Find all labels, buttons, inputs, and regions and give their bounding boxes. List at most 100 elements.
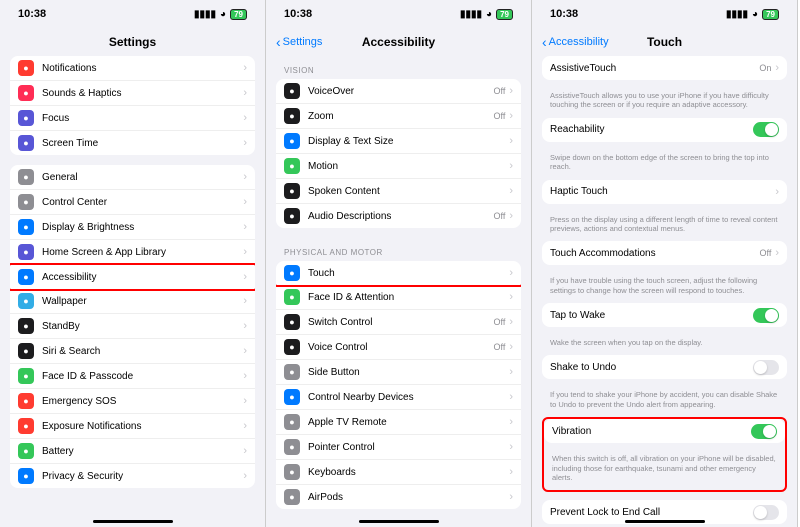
controlcenter-icon: ● — [18, 194, 34, 210]
row-keyboards[interactable]: ●Keyboards› — [276, 460, 521, 485]
row-label: Accessibility — [42, 272, 243, 283]
row-label: Spoken Content — [308, 186, 509, 197]
row-general[interactable]: ●General› — [10, 165, 255, 190]
row-pointer[interactable]: ●Pointer Control› — [276, 435, 521, 460]
home-indicator[interactable] — [93, 520, 173, 523]
row-voicec[interactable]: ●Voice ControlOff› — [276, 335, 521, 360]
row-vibration[interactable]: Vibration — [544, 419, 785, 443]
row-exposure[interactable]: ●Exposure Notifications› — [10, 414, 255, 439]
row-airpods[interactable]: ●AirPods› — [276, 485, 521, 509]
chevron-right-icon: › — [243, 171, 247, 183]
row-haptic-touch[interactable]: Haptic Touch› — [542, 180, 787, 204]
pointer-icon: ● — [284, 439, 300, 455]
row-label: Sounds & Haptics — [42, 88, 243, 99]
appletv-icon: ● — [284, 414, 300, 430]
row-faceatt[interactable]: ●Face ID & Attention› — [276, 285, 521, 310]
row-controlcenter[interactable]: ●Control Center› — [10, 190, 255, 215]
chevron-right-icon: › — [509, 316, 513, 328]
row-nearby[interactable]: ●Control Nearby Devices› — [276, 385, 521, 410]
row-privacy[interactable]: ●Privacy & Security› — [10, 464, 255, 488]
toggle[interactable] — [753, 122, 779, 137]
row-appletv[interactable]: ●Apple TV Remote› — [276, 410, 521, 435]
spoken-icon: ● — [284, 183, 300, 199]
battery-icon: ● — [18, 443, 34, 459]
row-tap-to-wake[interactable]: Tap to Wake — [542, 303, 787, 327]
chevron-right-icon: › — [243, 221, 247, 233]
footer-text: Swipe down on the bottom edge of the scr… — [542, 150, 787, 180]
back-button[interactable]: ‹ Settings — [276, 35, 322, 49]
chevron-right-icon: › — [775, 186, 779, 198]
chevron-right-icon: › — [509, 441, 513, 453]
nearby-icon: ● — [284, 389, 300, 405]
privacy-icon: ● — [18, 468, 34, 484]
row-label: Voice Control — [308, 342, 493, 353]
row-label: Wallpaper — [42, 296, 243, 307]
row-sounds[interactable]: ●Sounds & Haptics› — [10, 81, 255, 106]
chevron-right-icon: › — [243, 395, 247, 407]
row-focus[interactable]: ●Focus› — [10, 106, 255, 131]
status-time: 10:38 — [550, 8, 578, 20]
row-sos[interactable]: ●Emergency SOS› — [10, 389, 255, 414]
row-touch[interactable]: ●Touch› — [276, 261, 521, 287]
row-accessibility[interactable]: ●Accessibility› — [10, 263, 255, 291]
toggle[interactable] — [753, 360, 779, 375]
sos-icon: ● — [18, 393, 34, 409]
row-shake-to-undo[interactable]: Shake to Undo — [542, 355, 787, 379]
sidebtn-icon: ● — [284, 364, 300, 380]
row-touch-accommodations[interactable]: Touch AccommodationsOff› — [542, 241, 787, 265]
row-notifications[interactable]: ●Notifications› — [10, 56, 255, 81]
chevron-right-icon: › — [509, 160, 513, 172]
row-label: General — [42, 172, 243, 183]
row-label: Home Screen & App Library — [42, 247, 243, 258]
row-battery[interactable]: ●Battery› — [10, 439, 255, 464]
row-zoom[interactable]: ●ZoomOff› — [276, 104, 521, 129]
row-voiceover[interactable]: ●VoiceOverOff› — [276, 79, 521, 104]
back-button[interactable]: ‹ Accessibility — [542, 35, 609, 49]
navbar: Settings — [0, 28, 265, 56]
row-sidebtn[interactable]: ●Side Button› — [276, 360, 521, 385]
row-spoken[interactable]: ● Spoken Content› — [276, 179, 521, 204]
toggle[interactable] — [753, 308, 779, 323]
row-wallpaper[interactable]: ●Wallpaper› — [10, 289, 255, 314]
home-indicator[interactable] — [359, 520, 439, 523]
exposure-icon: ● — [18, 418, 34, 434]
row-label: Switch Control — [308, 317, 493, 328]
row-audiodesc[interactable]: ●Audio DescriptionsOff› — [276, 204, 521, 228]
touch-icon: ● — [284, 265, 300, 281]
statusbar: 10:38 ▮▮▮▮ ◕ 79 — [532, 0, 797, 28]
home-indicator[interactable] — [625, 520, 705, 523]
chevron-right-icon: › — [509, 185, 513, 197]
row-label: Display & Text Size — [308, 136, 509, 147]
row-assistivetouch[interactable]: AssistiveTouchOn› — [542, 56, 787, 80]
row-homescreen[interactable]: ●Home Screen & App Library› — [10, 240, 255, 265]
keyboards-icon: ● — [284, 464, 300, 480]
faceatt-icon: ● — [284, 289, 300, 305]
chevron-right-icon: › — [243, 370, 247, 382]
statusbar: 10:38 ▮▮▮▮ ◕ 79 — [266, 0, 531, 28]
row-label: Touch — [308, 268, 509, 279]
screen-accessibility: 10:38 ▮▮▮▮ ◕ 79 ‹ Settings Accessibility… — [266, 0, 532, 527]
row-textsize[interactable]: ●Display & Text Size› — [276, 129, 521, 154]
section-vision: VISION — [276, 56, 521, 79]
row-screentime[interactable]: ●Screen Time› — [10, 131, 255, 155]
row-label: StandBy — [42, 321, 243, 332]
chevron-right-icon: › — [509, 366, 513, 378]
row-value: Off — [493, 86, 505, 96]
chevron-right-icon: › — [243, 420, 247, 432]
chevron-right-icon: › — [243, 137, 247, 149]
row-reachability[interactable]: Reachability — [542, 118, 787, 142]
row-faceid[interactable]: ●Face ID & Passcode› — [10, 364, 255, 389]
row-label: Apple TV Remote — [308, 417, 509, 428]
audiodesc-icon: ● — [284, 208, 300, 224]
row-standby[interactable]: ●StandBy› — [10, 314, 255, 339]
row-label: Siri & Search — [42, 346, 243, 357]
row-siri[interactable]: ●Siri & Search› — [10, 339, 255, 364]
toggle[interactable] — [751, 424, 777, 439]
row-display[interactable]: ●Display & Brightness› — [10, 215, 255, 240]
battery-icon: 79 — [496, 9, 513, 20]
row-label: Motion — [308, 161, 509, 172]
row-switchc[interactable]: ●Switch ControlOff› — [276, 310, 521, 335]
battery-icon: 79 — [230, 9, 247, 20]
toggle[interactable] — [753, 505, 779, 520]
row-motion[interactable]: ●Motion› — [276, 154, 521, 179]
